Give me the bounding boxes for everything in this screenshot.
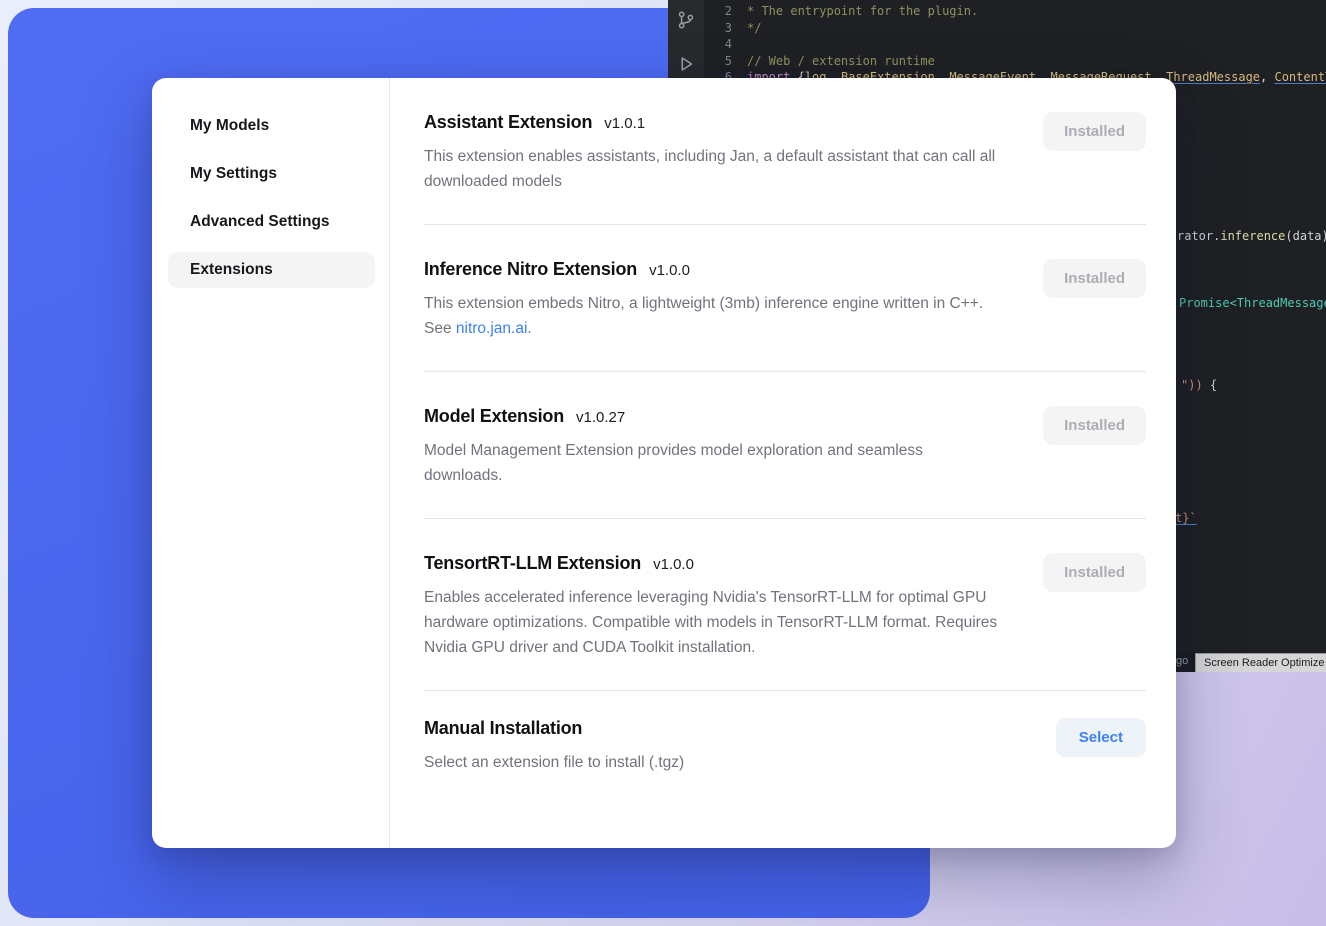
code-area: 2 * The entrypoint for the plugin. 3 */ … [704, 3, 1326, 86]
extensions-panel: Assistant Extension v1.0.1 This extensio… [390, 78, 1176, 848]
extension-text: TensortRT-LLM Extension v1.0.0 Enables a… [424, 553, 1002, 660]
code-text: */ [747, 20, 761, 37]
code-fragment: ")) { [1181, 378, 1217, 392]
line-number: 3 [704, 20, 732, 37]
sidebar-item-my-models[interactable]: My Models [168, 108, 375, 144]
extension-row-model: Model Extension v1.0.27 Model Management… [424, 372, 1146, 518]
code-text: * The entrypoint for the plugin. [747, 3, 978, 20]
desktop-background: 2 * The entrypoint for the plugin. 3 */ … [0, 0, 1326, 926]
extension-version: v1.0.0 [649, 262, 690, 279]
extension-row-tensorrt: TensortRT-LLM Extension v1.0.0 Enables a… [424, 519, 1146, 690]
description-text: . [527, 320, 531, 337]
extension-description: Model Management Extension provides mode… [424, 438, 944, 488]
code-line: 2 * The entrypoint for the plugin. [704, 3, 1326, 20]
extension-text: Assistant Extension v1.0.1 This extensio… [424, 112, 1002, 194]
sidebar-item-advanced-settings[interactable]: Advanced Settings [168, 204, 375, 240]
code-line: 4 [704, 36, 1326, 53]
extension-version: v1.0.1 [604, 115, 645, 132]
status-text: go [1176, 655, 1188, 667]
extension-title: Model Extension [424, 406, 564, 427]
code-text: ")) [1181, 378, 1203, 392]
installed-button[interactable]: Installed [1043, 259, 1146, 298]
line-number: 4 [704, 36, 732, 53]
punct-token: , [1260, 69, 1274, 86]
code-line: 5 // Web / extension runtime [704, 53, 1326, 70]
sidebar-item-my-settings[interactable]: My Settings [168, 156, 375, 192]
code-text: Promise<ThreadMessage> [1179, 296, 1326, 310]
sidebar-item-extensions[interactable]: Extensions [168, 252, 375, 288]
extension-text: Model Extension v1.0.27 Model Management… [424, 406, 944, 488]
code-line: 3 */ [704, 20, 1326, 37]
code-text: t}` [1175, 511, 1197, 525]
installed-button[interactable]: Installed [1043, 553, 1146, 592]
settings-card: My Models My Settings Advanced Settings … [152, 78, 1176, 848]
code-fragment: t}` [1175, 511, 1197, 525]
extension-version: v1.0.27 [576, 409, 625, 426]
code-text: { [1203, 378, 1217, 392]
extension-description: Enables accelerated inference leveraging… [424, 585, 1002, 660]
manual-installation-title: Manual Installation [424, 718, 582, 739]
extension-text: Manual Installation Select an extension … [424, 718, 684, 775]
code-text: (data)); [1285, 229, 1326, 243]
extension-description: This extension embeds Nitro, a lightweig… [424, 291, 1002, 341]
extension-title: Assistant Extension [424, 112, 592, 133]
select-file-button[interactable]: Select [1056, 718, 1146, 757]
extension-description: This extension enables assistants, inclu… [424, 144, 1002, 194]
import-id: ThreadMessage [1166, 69, 1260, 86]
extension-title: TensortRT-LLM Extension [424, 553, 641, 574]
extension-version: v1.0.0 [653, 556, 694, 573]
run-debug-icon[interactable] [676, 54, 696, 74]
code-text: rator. [1177, 229, 1220, 243]
line-number: 5 [704, 53, 732, 70]
extension-text: Inference Nitro Extension v1.0.0 This ex… [424, 259, 1002, 341]
import-id: ContentType [1274, 69, 1326, 86]
installed-button[interactable]: Installed [1043, 406, 1146, 445]
extension-title: Inference Nitro Extension [424, 259, 637, 280]
screen-reader-notice[interactable]: Screen Reader Optimize [1195, 653, 1326, 672]
code-text: inference [1220, 229, 1285, 243]
nitro-jan-ai-link[interactable]: nitro.jan.ai [456, 320, 528, 337]
settings-sidebar: My Models My Settings Advanced Settings … [152, 78, 390, 848]
code-fragment: rator.inference(data)); [1177, 229, 1326, 243]
code-text: // Web / extension runtime [747, 53, 935, 70]
manual-installation-description: Select an extension file to install (.tg… [424, 750, 684, 775]
code-fragment: Promise<ThreadMessage> [1179, 296, 1326, 310]
source-control-icon[interactable] [676, 10, 696, 30]
extension-row-assistant: Assistant Extension v1.0.1 This extensio… [424, 78, 1146, 224]
installed-button[interactable]: Installed [1043, 112, 1146, 151]
manual-installation-row: Manual Installation Select an extension … [424, 691, 1146, 799]
extension-row-nitro: Inference Nitro Extension v1.0.0 This ex… [424, 225, 1146, 371]
line-number: 2 [704, 3, 732, 20]
